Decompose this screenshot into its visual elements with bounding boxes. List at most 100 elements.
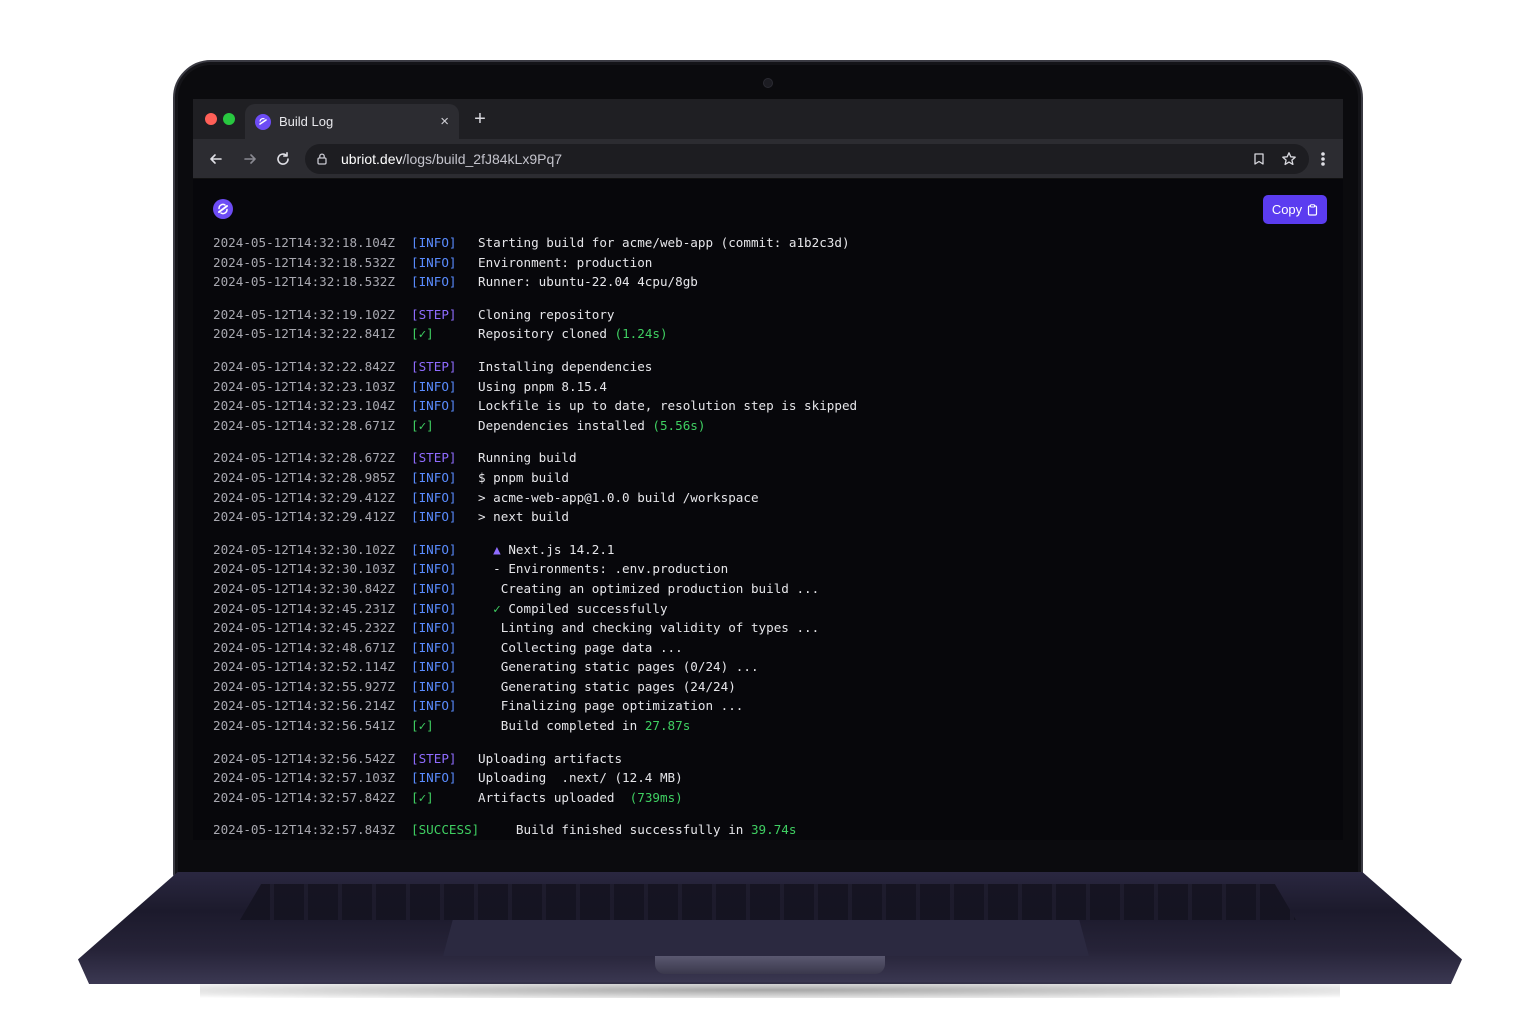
ubriot-logo-icon[interactable] <box>213 199 233 219</box>
more-vertical-icon <box>1321 152 1325 166</box>
log-message: Installing dependencies <box>478 357 652 377</box>
browser-menu-button[interactable] <box>1315 151 1331 167</box>
log-message: Collecting page data ... <box>478 638 683 658</box>
log-timestamp: 2024-05-12T14:32:18.532Z <box>213 254 395 270</box>
log-timestamp: 2024-05-12T14:32:52.114Z <box>213 659 395 675</box>
log-message: Dependencies installed (5.56s) <box>478 416 705 436</box>
log-line: 2024-05-12T14:32:28.671Z [✓] Dependencies … <box>213 416 1313 436</box>
log-message: Linting and checking validity of types .… <box>478 618 819 638</box>
log-level: [INFO] <box>411 509 457 525</box>
log-line: 2024-05-12T14:32:30.102Z [INFO] ▲ Next.js… <box>213 540 1313 560</box>
log-message: Generating static pages (24/24) <box>478 677 736 697</box>
log-level: [INFO] <box>411 770 457 786</box>
log-line: 2024-05-12T14:32:22.842Z [STEP] Installing… <box>213 357 1313 377</box>
log-message: $ pnpm build <box>478 468 569 488</box>
log-message: Finalizing page optimization ... <box>478 696 744 716</box>
log-timestamp: 2024-05-12T14:32:23.103Z <box>213 378 395 394</box>
arrow-right-icon <box>244 154 256 164</box>
log-level: [INFO] <box>411 639 457 655</box>
log-message: Starting build for acme/web-app (commit:… <box>478 233 850 253</box>
log-line: 2024-05-12T14:32:56.214Z [INFO] Finalizin… <box>213 696 1313 716</box>
log-level: [INFO] <box>411 678 457 694</box>
log-level: [INFO] <box>411 600 457 616</box>
back-button[interactable] <box>204 147 228 171</box>
log-level: [STEP] <box>411 358 457 374</box>
log-message-text: Dependencies installed <box>478 417 653 433</box>
log-level: [INFO] <box>411 541 457 557</box>
log-message-text: Finalizing page optimization ... <box>478 698 744 714</box>
log-timestamp: 2024-05-12T14:32:18.104Z <box>213 235 395 250</box>
log-message-text: Running build <box>478 450 577 466</box>
log-message-text: Repository cloned <box>478 326 615 342</box>
log-message-text: Collecting page data ... <box>478 639 683 655</box>
check-icon: ✓ <box>478 600 501 616</box>
copy-button[interactable]: Copy <box>1263 195 1327 224</box>
webcam <box>763 78 773 88</box>
log-message: Environment: production <box>478 253 652 273</box>
ubriot-favicon-icon <box>255 113 271 130</box>
log-line: 2024-05-12T14:32:22.841Z [✓] Repository cl… <box>213 324 1313 344</box>
log-line: 2024-05-12T14:32:28.672Z [STEP] Running bu… <box>213 448 1313 468</box>
log-timestamp: 2024-05-12T14:32:29.412Z <box>213 509 395 525</box>
log-level: [INFO] <box>411 620 457 636</box>
forward-button[interactable] <box>238 147 262 171</box>
log-message-text: Build finished successfully in <box>478 822 751 838</box>
log-line: 2024-05-12T14:32:57.842Z [✓] Artifacts upl… <box>213 788 1313 808</box>
log-duration: 39.74s <box>750 822 797 838</box>
reload-icon <box>277 152 289 165</box>
log-timestamp: 2024-05-12T14:32:57.843Z <box>213 822 395 838</box>
log-message-text: Cloning repository <box>478 306 615 322</box>
clipboard-icon <box>1308 203 1318 216</box>
log-line: 2024-05-12T14:32:23.103Z [INFO] Using pnpm… <box>213 377 1313 397</box>
log-message: Repository cloned (1.24s) <box>478 324 668 344</box>
log-line: 2024-05-12T14:32:56.541Z [✓] Build comple… <box>213 716 1313 736</box>
reading-mode-icon[interactable] <box>1251 151 1267 167</box>
log-timestamp: 2024-05-12T14:32:56.541Z <box>213 718 395 734</box>
log-message: Creating an optimized production build .… <box>478 579 819 599</box>
log-message-text: > next build <box>478 509 569 525</box>
url-text[interactable]: ubriot.dev/logs/build_2fJ84kLx9Pq7 <box>341 151 562 167</box>
log-line: 2024-05-12T14:32:57.843Z [SUCCESS] Build … <box>213 820 1313 840</box>
tab-build-log[interactable]: Build Log × <box>245 104 459 139</box>
tab-strip: Build Log × + <box>193 99 1343 139</box>
url-host: ubriot.dev <box>341 151 403 167</box>
log-line: 2024-05-12T14:32:29.412Z [INFO] > next bui… <box>213 507 1313 527</box>
window-maximize-dot[interactable] <box>223 113 235 125</box>
log-level: [INFO] <box>411 398 457 414</box>
address-bar[interactable]: ubriot.dev/logs/build_2fJ84kLx9Pq7 <box>305 144 1309 174</box>
log-timestamp: 2024-05-12T14:32:18.532Z <box>213 274 395 290</box>
log-timestamp: 2024-05-12T14:32:30.842Z <box>213 580 395 596</box>
log-level: [✓] <box>411 417 434 433</box>
reload-button[interactable] <box>271 147 295 171</box>
tab-close-icon[interactable]: × <box>440 113 449 130</box>
log-timestamp: 2024-05-12T14:32:19.102Z <box>213 306 395 322</box>
log-message: > acme-web-app@1.0.0 build /workspace <box>478 488 759 508</box>
log-timestamp: 2024-05-12T14:32:56.542Z <box>213 750 395 766</box>
window-close-dot[interactable] <box>205 113 217 125</box>
copy-button-label: Copy <box>1271 202 1303 217</box>
log-level: [STEP] <box>411 306 457 322</box>
log-message: Using pnpm 8.15.4 <box>478 377 607 397</box>
log-timestamp: 2024-05-12T14:32:57.103Z <box>213 770 395 786</box>
log-timestamp: 2024-05-12T14:32:23.104Z <box>213 398 395 414</box>
log-message-text: Generating static pages (0/24) ... <box>478 659 759 675</box>
log-line: 2024-05-12T14:32:57.103Z [INFO] Uploading … <box>213 768 1313 788</box>
log-line: 2024-05-12T14:32:19.102Z [STEP] Cloning re… <box>213 305 1313 325</box>
log-level: [INFO] <box>411 580 457 596</box>
log-message: Runner: ubuntu-22.04 4cpu/8gb <box>478 272 698 292</box>
log-timestamp: 2024-05-12T14:32:55.927Z <box>213 678 395 694</box>
log-timestamp: 2024-05-12T14:32:48.671Z <box>213 639 395 655</box>
log-level: [INFO] <box>411 469 457 485</box>
log-message-text: Linting and checking validity of types .… <box>478 620 820 636</box>
new-tab-button[interactable]: + <box>469 108 491 130</box>
log-message-text: Uploading .next/ (12.4 MB) <box>478 770 683 786</box>
log-line: 2024-05-12T14:32:30.842Z [INFO] Creating … <box>213 579 1313 599</box>
log-message-text: Compiled successfully <box>500 600 668 616</box>
log-duration: (5.56s) <box>652 417 706 433</box>
log-message-text: Build completed in <box>478 718 645 734</box>
bookmark-star-icon[interactable] <box>1281 151 1297 167</box>
site-info-icon[interactable] <box>315 151 331 167</box>
laptop-shadow <box>200 982 1340 998</box>
log-line: 2024-05-12T14:32:18.104Z [INFO] Starting b… <box>213 233 1313 253</box>
log-line: 2024-05-12T14:32:52.114Z [INFO] Generatin… <box>213 657 1313 677</box>
